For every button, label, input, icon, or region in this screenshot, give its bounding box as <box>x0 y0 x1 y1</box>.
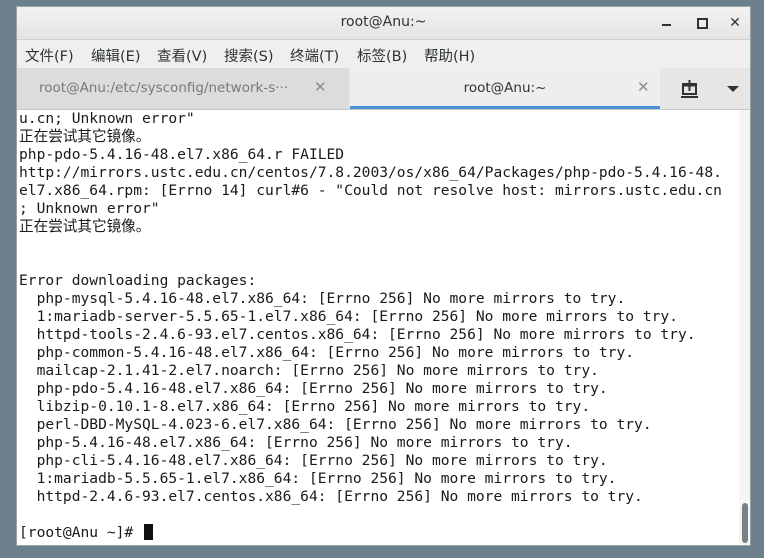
tab-label: root@Anu:~ <box>463 80 547 96</box>
menu-terminal[interactable]: 终端(T) <box>290 45 339 66</box>
terminal-line: php-5.4.16-48.el7.x86_64: [Errno 256] No… <box>19 434 573 451</box>
tab-close-icon[interactable]: ✕ <box>637 78 650 96</box>
terminal-output[interactable]: u.cn; Unknown error" 正在尝试其它镜像。 php-pdo-5… <box>17 110 738 545</box>
terminal-line: http://mirrors.ustc.edu.cn/centos/7.8.20… <box>19 164 722 181</box>
menu-tabs[interactable]: 标签(B) <box>357 45 407 66</box>
maximize-icon <box>696 17 708 29</box>
scrollbar-thumb[interactable] <box>742 503 748 543</box>
prompt-line: [root@Anu ~]# <box>19 524 154 542</box>
terminal-line: php-pdo-5.4.16-48.el7.x86_64: [Errno 256… <box>19 380 608 397</box>
tab-close-icon[interactable]: ✕ <box>314 78 327 96</box>
menu-view[interactable]: 查看(V) <box>157 45 207 66</box>
terminal-line: mailcap-2.1.41-2.el7.noarch: [Errno 256]… <box>19 362 599 379</box>
window-title: root@Anu:~ <box>340 14 427 30</box>
terminal-line: php-mysql-5.4.16-48.el7.x86_64: [Errno 2… <box>19 290 626 307</box>
tab-menu-button[interactable] <box>721 75 745 103</box>
menu-help[interactable]: 帮助(H) <box>424 45 475 66</box>
shell-prompt: [root@Anu ~]# <box>19 524 143 541</box>
tab-bar: root@Anu:/etc/sysconfig/network-s··· ✕ r… <box>17 68 750 110</box>
minimize-icon <box>661 24 671 26</box>
terminal-line: 正在尝试其它镜像。 <box>19 218 151 235</box>
terminal-line: ; Unknown error" <box>19 200 160 217</box>
menu-file[interactable]: 文件(F) <box>25 45 74 66</box>
terminal-line: perl-DBD-MySQL-4.023-6.el7.x86_64: [Errn… <box>19 416 652 433</box>
new-tab-button[interactable] <box>669 75 711 103</box>
terminal-line: libzip-0.10.1-8.el7.x86_64: [Errno 256] … <box>19 398 591 415</box>
menu-edit[interactable]: 编辑(E) <box>91 45 140 66</box>
title-bar[interactable]: root@Anu:~ ✕ <box>17 7 750 40</box>
terminal-window: root@Anu:~ ✕ 文件(F) 编辑(E) 查看(V) 搜索(S) 终端(… <box>16 6 751 546</box>
terminal-line: httpd-2.4.6-93.el7.centos.x86_64: [Errno… <box>19 488 643 505</box>
terminal-line: 正在尝试其它镜像。 <box>19 128 151 145</box>
menu-bar: 文件(F) 编辑(E) 查看(V) 搜索(S) 终端(T) 标签(B) 帮助(H… <box>17 40 750 68</box>
terminal-line: 1:mariadb-server-5.5.65-1.el7.x86_64: [E… <box>19 308 678 325</box>
maximize-button[interactable] <box>691 13 713 33</box>
tab-network-scripts[interactable]: root@Anu:/etc/sysconfig/network-s··· ✕ <box>17 68 349 109</box>
menu-search[interactable]: 搜索(S) <box>224 45 274 66</box>
new-tab-icon <box>681 80 698 98</box>
text-cursor <box>144 524 154 540</box>
vertical-scrollbar[interactable] <box>739 110 750 545</box>
terminal-line: el7.x86_64.rpm: [Errno 14] curl#6 - "Cou… <box>19 182 722 199</box>
terminal-line: php-cli-5.4.16-48.el7.x86_64: [Errno 256… <box>19 452 608 469</box>
terminal-line: 1:mariadb-5.5.65-1.el7.x86_64: [Errno 25… <box>19 470 617 487</box>
terminal-line: u.cn; Unknown error" <box>19 110 195 127</box>
tab-home[interactable]: root@Anu:~ ✕ <box>350 68 660 109</box>
chevron-down-icon <box>727 86 739 92</box>
tab-label: root@Anu:/etc/sysconfig/network-s··· <box>39 80 289 96</box>
terminal-line: php-pdo-5.4.16-48.el7.x86_64.r FAILED <box>19 146 345 163</box>
terminal-line: Error downloading packages: <box>19 272 257 289</box>
terminal-line: httpd-tools-2.4.6-93.el7.centos.x86_64: … <box>19 326 696 343</box>
terminal-line: php-common-5.4.16-48.el7.x86_64: [Errno … <box>19 344 635 361</box>
close-button[interactable]: ✕ <box>724 13 746 33</box>
minimize-button[interactable] <box>655 13 677 33</box>
